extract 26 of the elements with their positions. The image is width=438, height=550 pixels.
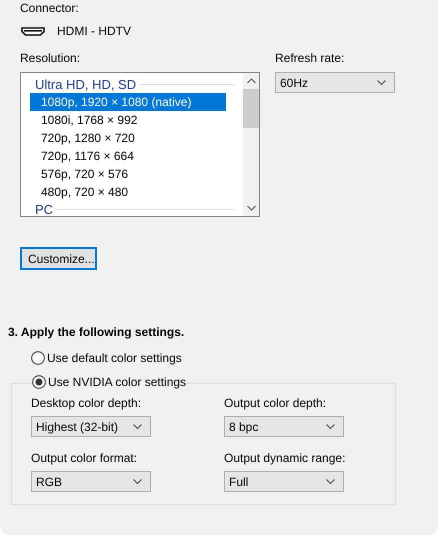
dropdown[interactable]: Full [224, 471, 344, 492]
refresh-rate-label: Refresh rate: [275, 51, 346, 65]
field-label: Output color format: [31, 451, 138, 465]
field-label: Output color depth: [224, 396, 328, 410]
dropdown[interactable]: Highest (32-bit) [31, 416, 151, 437]
dropdown[interactable]: 8 bpc [224, 416, 344, 437]
field-label: Desktop color depth: [31, 396, 142, 410]
dropdown[interactable]: RGB [31, 471, 151, 492]
dropdown[interactable]: 60Hz [275, 72, 395, 93]
group-header: PC [35, 202, 54, 216]
customize-button[interactable]: Customize... [20, 247, 97, 270]
radio-label: Use NVIDIA color settings [48, 375, 186, 389]
resolution-item[interactable]: 1080p, 1920 × 1080 (native) [30, 93, 226, 111]
resolution-list[interactable]: Ultra HD, HD, SD 1080p, 1920 × 1080 (native) 1080i, 1768 × 992 720p, 1280 × 720 720p, 1176 × 664 576p, 720 × 576 480p, 720 × 480 PC [20, 72, 260, 217]
connector-value: HDMI - HDTV [57, 24, 131, 38]
resolution-item[interactable]: 720p, 1176 × 664 [30, 147, 226, 165]
resolution-item[interactable]: 1080i, 1768 × 992 [30, 111, 226, 129]
section-heading: 3. Apply the following settings. [8, 325, 186, 339]
field-label: Output dynamic range: [224, 451, 344, 465]
resolution-item[interactable]: 576p, 720 × 576 [30, 165, 226, 183]
group-header: Ultra HD, HD, SD [35, 77, 136, 92]
connector-label: Connector: [20, 1, 80, 15]
radio-label: Use default color settings [47, 351, 182, 365]
resolution-label: Resolution: [20, 51, 82, 65]
resolution-item[interactable]: 720p, 1280 × 720 [30, 129, 226, 147]
resolution-item[interactable]: 480p, 720 × 480 [30, 183, 226, 201]
